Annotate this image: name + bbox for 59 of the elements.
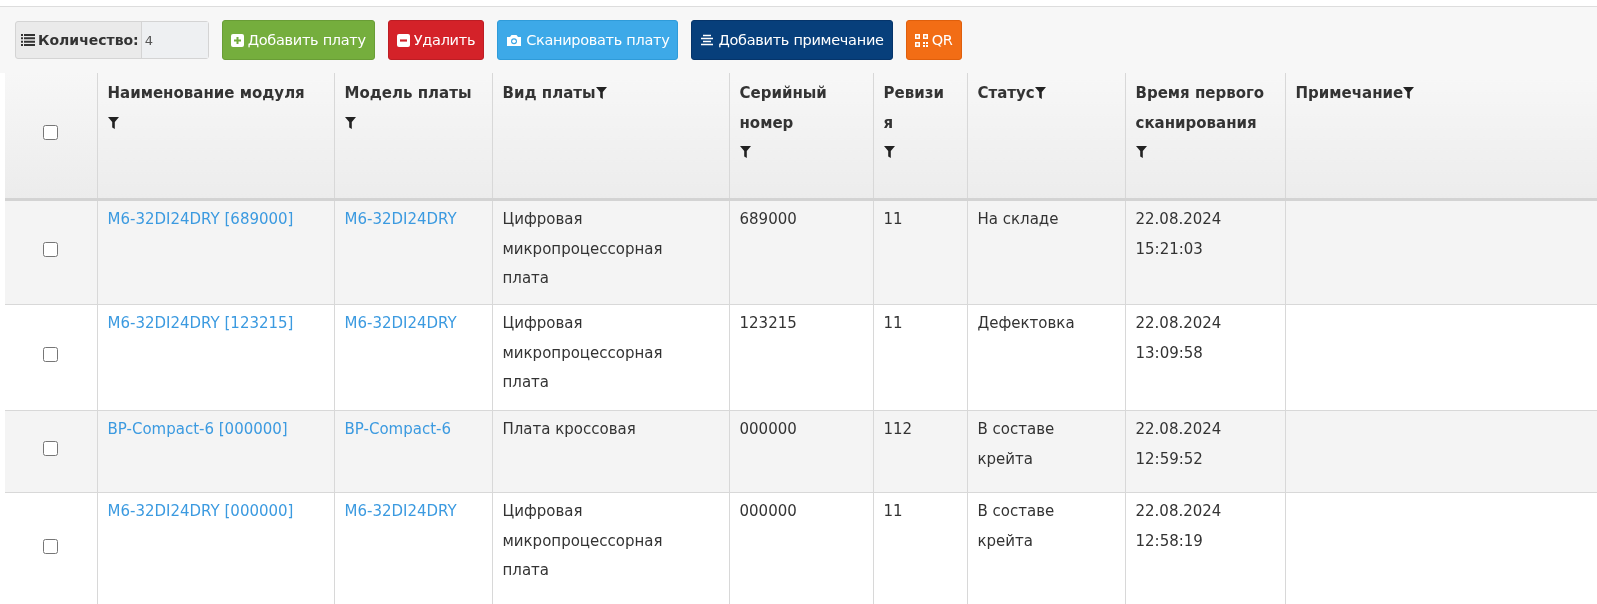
scan-time: 22.08.2024 12:58:19 bbox=[1135, 502, 1222, 550]
plus-icon bbox=[230, 33, 244, 47]
qr-button[interactable]: QR bbox=[905, 20, 962, 60]
module-name-link[interactable]: M6-32DI24DRY [689000] bbox=[107, 210, 294, 228]
count-field[interactable]: 4 bbox=[140, 22, 208, 58]
board-model-link[interactable]: BP-Compact-6 bbox=[344, 420, 451, 438]
board-model-link[interactable]: M6-32DI24DRY bbox=[344, 314, 457, 332]
board-model-link[interactable]: M6-32DI24DRY bbox=[344, 502, 457, 520]
status: В составе крейта bbox=[977, 502, 1055, 550]
row-checkbox[interactable] bbox=[43, 539, 59, 555]
list-icon bbox=[21, 34, 35, 46]
column-header[interactable]: Вид платы bbox=[502, 79, 596, 109]
board-type: Цифровая микропроцессорная плата bbox=[502, 210, 663, 287]
column-header[interactable]: Статус bbox=[977, 79, 1035, 109]
serial-number: 000000 bbox=[739, 502, 797, 520]
delete-button[interactable]: Удалить bbox=[387, 20, 485, 60]
row-checkbox[interactable] bbox=[43, 346, 59, 362]
column-header[interactable]: Наименование модуля bbox=[107, 79, 305, 109]
status: На складе bbox=[977, 210, 1059, 228]
serial-number: 123215 bbox=[739, 314, 797, 332]
filter-icon[interactable] bbox=[1403, 87, 1415, 99]
count-label: Количество: bbox=[38, 32, 139, 48]
filter-icon[interactable] bbox=[107, 116, 119, 129]
revision: 11 bbox=[883, 210, 903, 228]
serial-number: 689000 bbox=[739, 210, 797, 228]
board-type: Цифровая микропроцессорная плата bbox=[502, 314, 663, 391]
filter-icon[interactable] bbox=[1034, 87, 1046, 99]
scan-time: 22.08.2024 13:09:58 bbox=[1135, 314, 1222, 362]
module-name-link[interactable]: BP-Compact-6 [000000] bbox=[107, 420, 288, 438]
filter-icon[interactable] bbox=[595, 87, 607, 99]
board-model-link[interactable]: M6-32DI24DRY bbox=[344, 210, 457, 228]
column-header[interactable]: Примечание bbox=[1295, 79, 1404, 109]
row-checkbox[interactable] bbox=[43, 241, 59, 257]
serial-number: 000000 bbox=[739, 420, 797, 438]
scan-time: 22.08.2024 12:59:52 bbox=[1135, 420, 1222, 468]
filter-icon[interactable] bbox=[739, 146, 751, 158]
status: Дефектовка bbox=[977, 314, 1075, 332]
module-name-link[interactable]: M6-32DI24DRY [000000] bbox=[107, 502, 294, 520]
revision: 11 bbox=[883, 314, 903, 332]
board-type: Плата кроссовая bbox=[502, 420, 636, 438]
revision: 11 bbox=[883, 502, 903, 520]
camera-icon bbox=[506, 33, 523, 47]
column-header[interactable]: Модель платы bbox=[344, 79, 472, 109]
filter-icon[interactable] bbox=[883, 146, 895, 158]
revision: 112 bbox=[883, 420, 913, 438]
module-name-link[interactable]: M6-32DI24DRY [123215] bbox=[107, 314, 294, 332]
row-checkbox[interactable] bbox=[43, 440, 59, 456]
scan-board-button[interactable]: Сканировать плату bbox=[497, 20, 679, 60]
minus-icon bbox=[396, 33, 410, 47]
board-type: Цифровая микропроцессорная плата bbox=[502, 502, 663, 579]
select-all-checkbox[interactable] bbox=[43, 124, 59, 140]
add-note-button[interactable]: Добавить примечание bbox=[691, 20, 893, 60]
status: В составе крейта bbox=[977, 420, 1055, 468]
add-board-button[interactable]: Добавить плату bbox=[221, 20, 375, 60]
align-center-icon bbox=[700, 33, 715, 47]
scan-time: 22.08.2024 15:21:03 bbox=[1135, 210, 1222, 258]
filter-icon[interactable] bbox=[344, 116, 356, 129]
filter-icon[interactable] bbox=[1135, 146, 1147, 158]
qr-code-icon bbox=[914, 33, 928, 47]
